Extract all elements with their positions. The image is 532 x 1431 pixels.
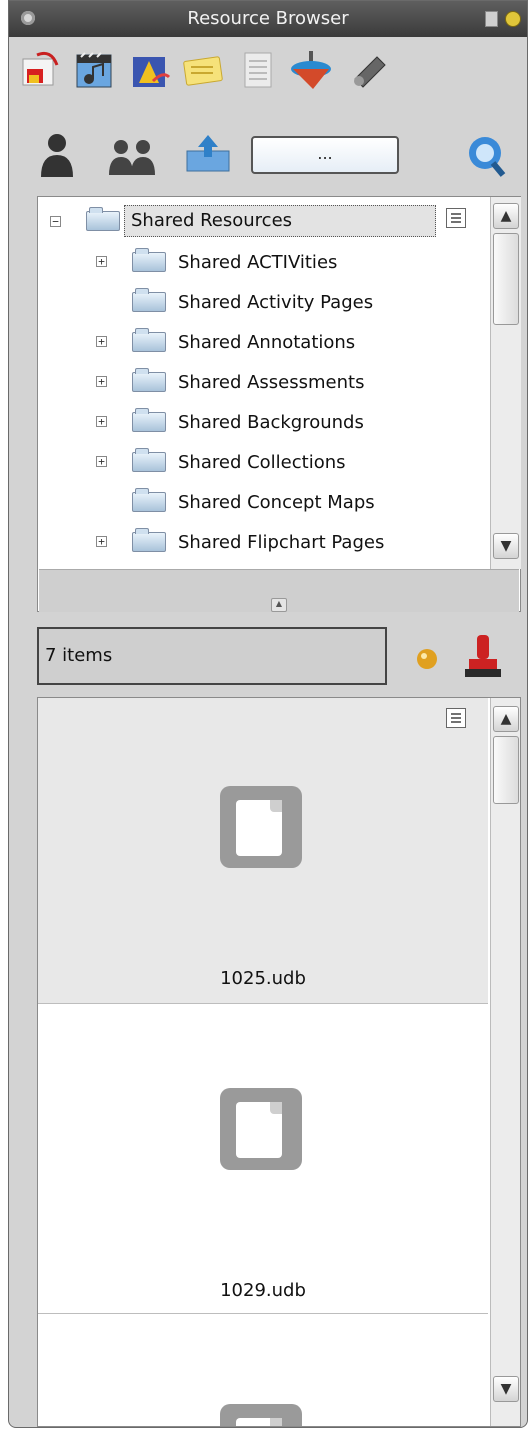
folder-icon xyxy=(132,488,166,512)
animation-icon[interactable] xyxy=(127,45,175,95)
stamp-icon[interactable] xyxy=(461,631,505,683)
list-scrollbar[interactable]: ▲ ▼ xyxy=(490,698,520,1426)
file-list: 1025.udb 1029.udb ▲ ▼ xyxy=(37,697,521,1427)
list-item[interactable]: 1029.udb xyxy=(38,1008,488,1314)
tree-item[interactable]: Shared Activity Pages xyxy=(132,284,373,320)
file-thumbnail-icon xyxy=(220,786,302,868)
tree-root-row[interactable]: Shared Resources xyxy=(86,203,436,239)
expand-toggle[interactable]: + xyxy=(96,536,107,547)
expand-toggle[interactable]: + xyxy=(96,456,107,467)
tree-root-label[interactable]: Shared Resources xyxy=(124,205,436,237)
tree-item[interactable]: Shared Assessments xyxy=(132,364,364,400)
folder-icon xyxy=(132,528,166,552)
window-title: Resource Browser xyxy=(187,8,349,29)
tree-item[interactable]: Shared Backgrounds xyxy=(132,404,364,440)
list-scroll-up-button[interactable]: ▲ xyxy=(493,706,519,732)
tree-item-label: Shared Flipchart Pages xyxy=(178,531,385,553)
user-icon[interactable] xyxy=(37,129,77,181)
file-thumbnail-icon xyxy=(220,1088,302,1170)
resource-tree: − Shared Resources + Shared ACTIVities Sha… xyxy=(37,196,521,612)
file-name: 1025.udb xyxy=(220,968,306,989)
media-icon[interactable] xyxy=(71,45,119,95)
pages-icon[interactable] xyxy=(235,45,283,95)
resource-browser-panel: Resource Browser ... − Shared Resources … xyxy=(8,0,528,1428)
scroll-thumb[interactable] xyxy=(493,233,519,325)
list-item-partial[interactable] xyxy=(38,1318,488,1426)
tree-item[interactable]: Shared Concept Maps xyxy=(132,484,375,520)
folder-icon xyxy=(86,207,120,231)
collapse-toggle[interactable]: − xyxy=(50,216,61,227)
path-button[interactable]: ... xyxy=(251,136,399,174)
notes-icon[interactable] xyxy=(181,45,229,95)
flipchart-icon[interactable] xyxy=(17,45,65,95)
list-menu-icon[interactable] xyxy=(446,708,466,728)
file-name: 1029.udb xyxy=(220,1280,306,1301)
folder-icon xyxy=(132,248,166,272)
panel-menu-icon[interactable] xyxy=(485,11,498,27)
file-thumbnail-icon xyxy=(220,1404,302,1426)
tree-item-label: Shared ACTIVities xyxy=(178,251,338,273)
tree-item[interactable]: Shared Collections xyxy=(132,444,346,480)
item-count: 7 items xyxy=(37,627,387,685)
spinning-top-icon[interactable] xyxy=(289,45,337,95)
list-item[interactable]: 1025.udb xyxy=(38,698,488,1004)
scroll-down-button[interactable]: ▼ xyxy=(493,533,519,559)
pin-icon[interactable] xyxy=(505,11,521,27)
ball-icon[interactable] xyxy=(407,637,447,677)
upload-icon[interactable] xyxy=(181,129,235,181)
folder-icon xyxy=(132,288,166,312)
splitter-handle[interactable]: ▲ xyxy=(271,598,287,612)
tree-scrollbar[interactable]: ▲ ▼ xyxy=(490,197,521,569)
tree-item-label: Shared Assessments xyxy=(178,371,365,393)
group-icon[interactable] xyxy=(105,129,159,181)
tools-icon[interactable] xyxy=(345,45,393,95)
expand-toggle[interactable]: + xyxy=(96,256,107,267)
tree-item-label: Shared Concept Maps xyxy=(178,491,375,513)
tree-item-label: Shared Backgrounds xyxy=(178,411,364,433)
folder-icon xyxy=(132,328,166,352)
folder-icon xyxy=(132,368,166,392)
tree-item[interactable]: Shared ACTIVities xyxy=(132,244,337,280)
tree-item[interactable]: Shared Flipchart Pages xyxy=(132,524,384,560)
title-bar: Resource Browser xyxy=(9,1,527,37)
scroll-up-button[interactable]: ▲ xyxy=(493,203,519,229)
expand-toggle[interactable]: + xyxy=(96,416,107,427)
expand-toggle[interactable]: + xyxy=(96,336,107,347)
folder-icon xyxy=(132,448,166,472)
list-scroll-down-button[interactable]: ▼ xyxy=(493,1376,519,1402)
tree-item-label: Shared Activity Pages xyxy=(178,291,374,313)
tree-item-label: Shared Annotations xyxy=(178,331,356,353)
tree-menu-icon[interactable] xyxy=(446,208,466,228)
search-icon[interactable] xyxy=(463,129,509,181)
folder-icon xyxy=(132,408,166,432)
tree-item[interactable]: Shared Annotations xyxy=(132,324,355,360)
list-scroll-thumb[interactable] xyxy=(493,736,519,804)
expand-toggle[interactable]: + xyxy=(96,376,107,387)
tree-item-label: Shared Collections xyxy=(178,451,346,473)
